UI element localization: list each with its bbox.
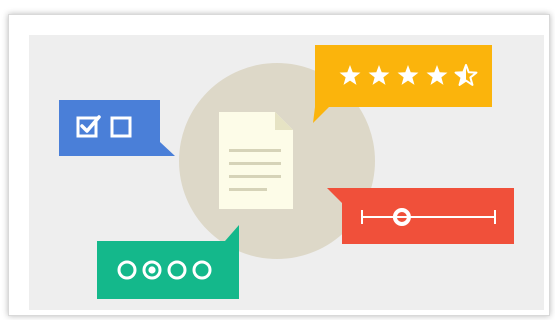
document-icon [219,112,293,209]
illustration-frame [8,14,550,316]
illustration-panel [29,35,544,310]
slider-bubble [327,188,514,244]
checkbox-bubble [59,100,175,156]
